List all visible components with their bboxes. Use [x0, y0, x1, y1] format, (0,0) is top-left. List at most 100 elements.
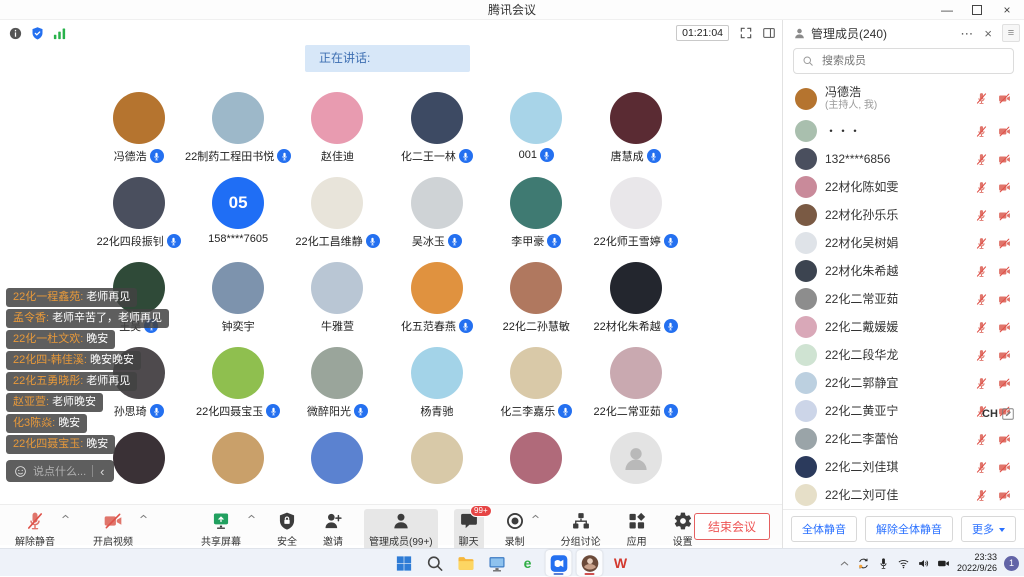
sync-tray-icon[interactable] [857, 557, 870, 570]
ime-indicator[interactable]: CH [982, 407, 1015, 421]
toolbar-item[interactable]: 邀请 [318, 509, 348, 550]
participant-tile[interactable] [487, 430, 586, 492]
participant-tile[interactable]: 钟奕宇 [188, 260, 287, 345]
member-row[interactable]: 22化二郭静宜 [783, 369, 1024, 397]
camera-off-icon[interactable] [997, 377, 1012, 390]
chevron-up-icon[interactable] [139, 512, 148, 521]
muted-mic-icon[interactable] [975, 433, 988, 446]
participant-tile[interactable]: 22化二常亚茹 [586, 345, 685, 430]
camera-off-icon[interactable] [997, 321, 1012, 334]
member-row[interactable]: 132****6856 [783, 145, 1024, 173]
chat-input-bar[interactable]: 说点什么...‹ [6, 460, 114, 482]
toolbar-item[interactable]: 管理成员(99+) [364, 509, 438, 550]
participant-tile[interactable]: 杨青驰 [387, 345, 486, 430]
camera-off-icon[interactable] [997, 209, 1012, 222]
unmute-all-button[interactable]: 解除全体静音 [865, 516, 953, 542]
participant-tile[interactable]: 赵佳迪 [288, 90, 387, 175]
network-signal-icon[interactable] [52, 26, 67, 41]
participant-tile[interactable] [586, 430, 685, 492]
member-search-input[interactable] [820, 54, 1005, 68]
participant-tile[interactable]: 22化师王雪婷 [586, 175, 685, 260]
toolbar-item[interactable]: 录制 [500, 509, 540, 550]
camera-off-icon[interactable] [997, 153, 1012, 166]
participant-tile[interactable]: 唐慧成 [586, 90, 685, 175]
member-row[interactable]: 22材化陈如雯 [783, 173, 1024, 201]
camera-off-icon[interactable] [997, 489, 1012, 502]
toolbar-item[interactable]: 应用 [622, 509, 652, 550]
camera-off-icon[interactable] [997, 433, 1012, 446]
muted-mic-icon[interactable] [975, 321, 988, 334]
participant-tile[interactable]: 化五范春燕 [387, 260, 486, 345]
display-taskbar-button[interactable] [484, 550, 510, 576]
muted-mic-icon[interactable] [975, 349, 988, 362]
muted-mic-icon[interactable] [975, 209, 988, 222]
end-meeting-button[interactable]: 结束会议 [694, 513, 770, 540]
contact-app-avatar-taskbar-button[interactable] [577, 550, 603, 576]
member-row[interactable]: 22化二常亚茹 [783, 285, 1024, 313]
close-button[interactable]: × [992, 0, 1022, 20]
member-row[interactable]: 22化二李蕾怡 [783, 425, 1024, 453]
restore-button[interactable] [962, 0, 992, 20]
more-button[interactable]: 更多 [961, 516, 1016, 542]
participant-tile[interactable]: 05158****7605 [188, 175, 287, 260]
camera-tray-icon[interactable] [937, 557, 950, 570]
muted-mic-icon[interactable] [975, 489, 988, 502]
file-explorer-taskbar-button[interactable] [453, 550, 479, 576]
participant-tile[interactable]: 微醉阳光 [288, 345, 387, 430]
minimize-button[interactable]: — [932, 0, 962, 20]
toolbar-item[interactable]: 开启视频 [88, 509, 148, 550]
muted-mic-icon[interactable] [975, 92, 988, 105]
participant-tile[interactable]: 22化四聂宝玉 [188, 345, 287, 430]
member-row[interactable]: 22化二刘可佳 [783, 481, 1024, 509]
chevron-up-icon[interactable] [247, 512, 256, 521]
camera-off-icon[interactable] [997, 125, 1012, 138]
camera-off-icon[interactable] [997, 181, 1012, 194]
toolbar-item[interactable]: 99+聊天 [454, 509, 484, 550]
muted-mic-icon[interactable] [975, 237, 988, 250]
member-row[interactable]: 22材化孙乐乐 [783, 201, 1024, 229]
participant-tile[interactable]: 22化二孙慧敏 [487, 260, 586, 345]
toolbar-item[interactable]: 安全 [272, 509, 302, 550]
panel-menu-icon[interactable]: ≡ [1002, 24, 1020, 42]
participant-tile[interactable]: 冯德浩 [89, 90, 188, 175]
muted-mic-icon[interactable] [975, 153, 988, 166]
camera-off-icon[interactable] [997, 349, 1012, 362]
camera-off-icon[interactable] [997, 265, 1012, 278]
microphone-tray-icon[interactable] [877, 557, 890, 570]
meeting-protect-shield-icon[interactable] [30, 26, 45, 41]
tencent-meeting-taskbar-button[interactable] [546, 550, 572, 576]
member-row[interactable]: 22材化朱希越 [783, 257, 1024, 285]
participant-tile[interactable]: 22材化朱希越 [586, 260, 685, 345]
muted-mic-icon[interactable] [975, 377, 988, 390]
muted-mic-icon[interactable] [975, 125, 988, 138]
emoji-icon[interactable] [14, 465, 27, 478]
participant-tile[interactable]: 22化四段振钊 [89, 175, 188, 260]
member-row[interactable]: 22化二刘佳琪 [783, 453, 1024, 481]
chevron-up-icon[interactable] [61, 512, 70, 521]
fullscreen-icon[interactable] [739, 26, 753, 40]
participant-tile[interactable]: 吴冰玉 [387, 175, 486, 260]
camera-off-icon[interactable] [997, 461, 1012, 474]
member-row[interactable]: 22化二段华龙 [783, 341, 1024, 369]
wps-office-taskbar-button[interactable]: W [608, 550, 634, 576]
muted-mic-icon[interactable] [975, 461, 988, 474]
chat-collapse-icon[interactable]: ‹ [99, 465, 105, 478]
panel-close-icon[interactable]: × [981, 27, 995, 40]
camera-off-icon[interactable] [997, 92, 1012, 105]
participant-tile[interactable] [188, 430, 287, 492]
windows-start-taskbar-button[interactable] [391, 550, 417, 576]
toolbar-item[interactable]: 解除静音 [10, 509, 70, 550]
layout-toggle-icon[interactable] [762, 26, 776, 40]
browser-taskbar-button[interactable]: e [515, 550, 541, 576]
camera-off-icon[interactable] [997, 293, 1012, 306]
participant-tile[interactable]: 牛雅萱 [288, 260, 387, 345]
muted-mic-icon[interactable] [975, 181, 988, 194]
wifi-icon[interactable] [897, 557, 910, 570]
member-row[interactable]: 冯德浩(主持人, 我) [783, 80, 1024, 117]
participant-tile[interactable] [387, 430, 486, 492]
participant-tile[interactable]: 化二王一林 [387, 90, 486, 175]
member-row[interactable]: 22化二戴媛媛 [783, 313, 1024, 341]
participant-tile[interactable]: 李甲豪 [487, 175, 586, 260]
participant-tile[interactable]: 22制药工程田书悦 [188, 90, 287, 175]
panel-more-icon[interactable]: ⋯ [957, 27, 976, 40]
